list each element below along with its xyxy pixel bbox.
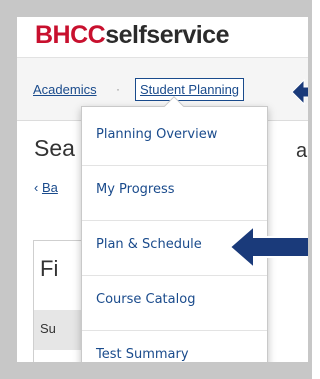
menu-item-planning-overview[interactable]: Planning Overview xyxy=(82,111,267,166)
breadcrumb-separator: · xyxy=(116,82,120,96)
back-link[interactable]: ‹ Ba xyxy=(34,180,58,195)
card-title: Fi xyxy=(40,256,59,281)
menu-item-test-summary[interactable]: Test Summary xyxy=(82,331,267,379)
logo-part-bhcc: BHCC xyxy=(35,21,106,49)
card-row-label: Su xyxy=(40,321,56,336)
breadcrumb-academics[interactable]: Academics xyxy=(33,82,97,97)
logo-part-selfservice: selfservice xyxy=(105,21,229,49)
page-title: Sea xyxy=(34,135,75,161)
screenshot-frame-right xyxy=(308,0,312,379)
chevron-left-icon: ‹ xyxy=(34,180,39,195)
breadcrumb-student-planning[interactable]: Student Planning xyxy=(135,78,245,101)
annotation-arrow-plan-schedule-icon xyxy=(228,223,312,271)
bhcc-selfservice-logo[interactable]: BHCCselfservice xyxy=(35,21,229,50)
menu-item-my-progress[interactable]: My Progress xyxy=(82,166,267,221)
page-title-right-fragment: a xyxy=(296,140,308,162)
menu-item-course-catalog[interactable]: Course Catalog xyxy=(82,276,267,331)
app-header: BHCCselfservice xyxy=(17,17,308,58)
back-link-label: Ba xyxy=(41,180,58,195)
